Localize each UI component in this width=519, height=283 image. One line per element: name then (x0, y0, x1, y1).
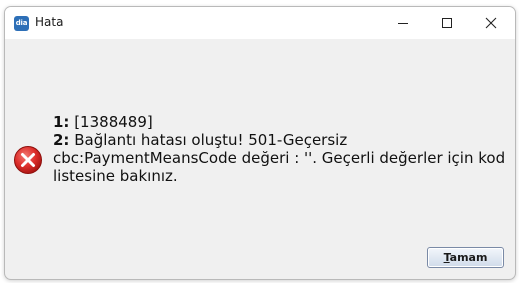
message-line-2-number: 2: (53, 131, 70, 149)
ok-button[interactable]: Tamam (427, 247, 504, 268)
maximize-button[interactable] (424, 7, 470, 39)
close-button[interactable] (468, 7, 514, 39)
window-title: Hata (35, 15, 64, 29)
title-bar[interactable]: dia Hata (5, 7, 515, 39)
minimize-button[interactable] (380, 7, 426, 39)
dia-app-icon: dia (14, 16, 29, 31)
error-dialog: dia Hata 1: [1388489] 2: Bağlantı hatası… (4, 6, 516, 280)
dialog-content: 1: [1388489] 2: Bağlantı hatası oluştu! … (5, 39, 515, 279)
ok-button-label: amam (449, 251, 488, 264)
maximize-icon (442, 18, 452, 28)
minimize-icon (398, 23, 408, 24)
close-icon (485, 17, 497, 29)
message-line-2: 2: Bağlantı hatası oluştu! 501-Geçersiz … (53, 131, 508, 185)
message-line-2-text: Bağlantı hatası oluştu! 501-Geçersiz cbc… (53, 131, 506, 185)
error-message: 1: [1388489] 2: Bağlantı hatası oluştu! … (53, 113, 508, 185)
error-icon (14, 146, 42, 174)
message-line-1-text: [1388489] (69, 113, 153, 131)
message-line-1: 1: [1388489] (53, 113, 508, 131)
message-line-1-number: 1: (53, 113, 70, 131)
